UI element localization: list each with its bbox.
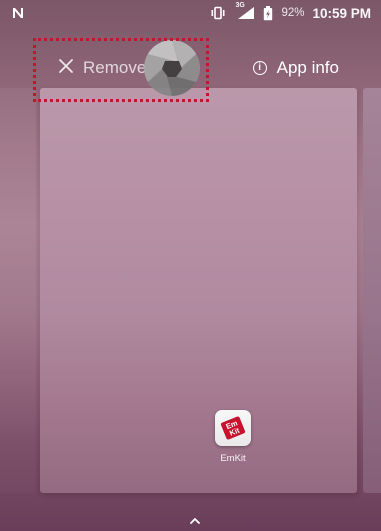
app-info-label: App info <box>276 58 339 77</box>
vibrate-icon <box>209 6 227 20</box>
info-icon: i <box>252 61 267 75</box>
app-name-label: EmKit <box>220 453 246 464</box>
signal-3g-icon: 3G <box>235 2 255 20</box>
remove-button[interactable]: Remove <box>40 46 146 90</box>
emkit-app-icon[interactable]: Em Kit <box>215 410 251 446</box>
status-bar: 3G 92% 10:59 PM <box>0 0 381 26</box>
aperture-icon <box>144 40 200 96</box>
app-preview-card[interactable] <box>40 88 357 493</box>
network-type-label: 3G <box>235 2 245 9</box>
previous-card-edge <box>0 88 36 493</box>
remove-label: Remove <box>83 58 147 77</box>
close-icon <box>58 58 74 79</box>
clock: 10:59 PM <box>312 5 371 21</box>
next-card-edge[interactable] <box>363 88 381 493</box>
status-right: 3G 92% 10:59 PM <box>209 2 371 21</box>
chevron-up-icon[interactable] <box>189 512 201 524</box>
app-info-button[interactable]: i App info <box>252 46 357 90</box>
status-left <box>12 7 24 19</box>
battery-percentage: 92% <box>281 7 305 19</box>
battery-icon <box>263 5 273 21</box>
nfc-icon <box>12 7 24 19</box>
